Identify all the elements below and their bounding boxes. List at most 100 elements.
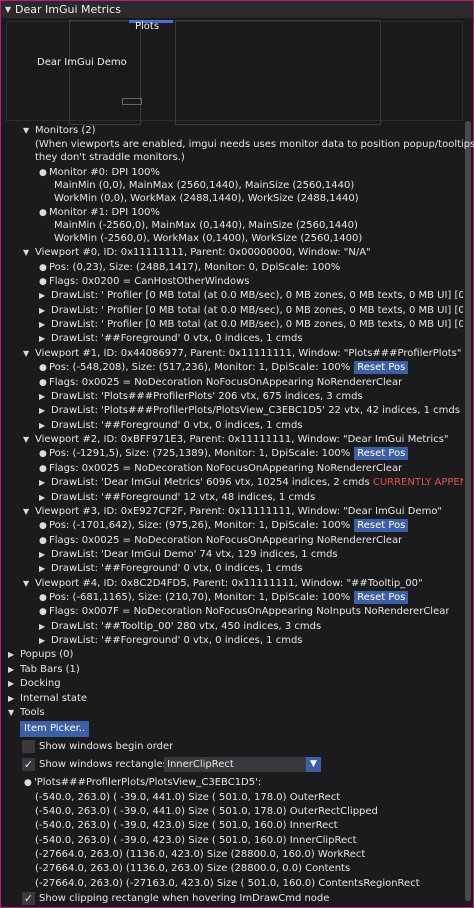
tab-bars-node[interactable]: ▶ Tab Bars (1) <box>8 662 80 677</box>
expanded-triangle-icon: ▼ <box>23 579 30 588</box>
drawlist-node[interactable]: ▶ DrawList: ' Profiler [0 MB total (at 0.… <box>39 303 463 318</box>
preview-tooltip-rect <box>122 98 142 105</box>
collapsed-triangle-icon: ▶ <box>39 320 46 329</box>
reset-pos-button[interactable]: Reset Pos <box>354 361 409 374</box>
viewport-3-node[interactable]: ▼ Viewport #3, ID: 0xE927CF2F, Parent: 0x… <box>23 504 442 519</box>
drawlist-node[interactable]: ▶ DrawList: '##Tooltip_00' 280 vtx, 450 i… <box>39 619 321 634</box>
expanded-triangle-icon: ▼ <box>23 349 30 358</box>
viewport-0-flags: ● Flags: 0x0200 = CanHostOtherWindows <box>39 274 249 289</box>
show-rects-checkbox[interactable]: ✓ <box>22 758 35 771</box>
bullet-icon: ● <box>39 378 47 388</box>
rect-type-combo[interactable]: InnerClipRect ▼ <box>164 757 321 772</box>
rect-row: (-540.0, 263.0) ( -39.0, 423.0) Size ( 5… <box>35 820 338 831</box>
collapsed-triangle-icon: ▶ <box>8 665 15 674</box>
expanded-triangle-icon: ▼ <box>23 507 30 516</box>
bullet-icon: ● <box>39 168 47 178</box>
collapsed-triangle-icon: ▶ <box>39 406 46 415</box>
preview-demo-label: Dear ImGui Demo <box>37 57 127 68</box>
collapsed-triangle-icon: ▶ <box>8 679 15 688</box>
viewport-4-node[interactable]: ▼ Viewport #4, ID: 0x8C2D4FD5, Parent: 0x… <box>23 576 423 591</box>
rect-row: (-27664.0, 263.0) (1136.0, 263.0) Size (… <box>35 863 351 874</box>
bullet-icon: ● <box>39 363 47 373</box>
viewport-0-node[interactable]: ▼ Viewport #0, ID: 0x11111111, Parent: 0x… <box>23 245 371 260</box>
drawlist-node[interactable]: ▶ DrawList: ' Profiler [0 MB total (at 0.… <box>39 317 463 332</box>
preview-plots-label: Plots <box>135 21 160 32</box>
viewport-1-node[interactable]: ▼ Viewport #1, ID: 0x44086977, Parent: 0x… <box>23 346 461 361</box>
drawlist-node[interactable]: ▶ DrawList: '##Foreground' 0 vtx, 0 indic… <box>39 418 303 433</box>
popups-node[interactable]: ▶ Popups (0) <box>8 647 73 662</box>
drawlist-node[interactable]: ▶ DrawList: '##Foreground' 0 vtx, 0 indic… <box>39 331 303 346</box>
preview-viewport-rect <box>69 20 141 125</box>
show-begin-order-checkbox[interactable] <box>22 740 35 753</box>
expanded-triangle-icon: ▼ <box>23 126 30 135</box>
collapsed-triangle-icon: ▶ <box>8 694 15 703</box>
viewport-2-node[interactable]: ▼ Viewport #2, ID: 0xBFF971E3, Parent: 0x… <box>23 432 449 447</box>
viewport-3-pos: ● Pos: (-1701,642), Size: (975,26), Monit… <box>39 518 409 533</box>
bullet-icon: ● <box>39 536 47 546</box>
tools-node[interactable]: ▼ Tools <box>8 705 45 720</box>
show-clip-label[interactable]: Show clipping rectangle when hovering Im… <box>39 891 329 906</box>
appending-warning: CURRENTLY APPENDING <box>372 477 463 488</box>
collapsed-triangle-icon: ▶ <box>8 650 15 659</box>
drawlist-node[interactable]: ▶ DrawList: ' Profiler [0 MB total (at 0.… <box>39 288 463 303</box>
collapsed-triangle-icon: ▶ <box>39 636 46 645</box>
show-clip-checkbox[interactable]: ✓ <box>22 892 35 905</box>
bullet-icon: ● <box>39 593 47 603</box>
rect-type-value: InnerClipRect <box>167 759 234 770</box>
preview-viewport-rect <box>175 20 381 125</box>
reset-pos-button[interactable]: Reset Pos <box>354 591 409 604</box>
rect-row: (-540.0, 263.0) ( -39.0, 441.0) Size ( 5… <box>35 806 378 817</box>
viewport-4-flags: ● Flags: 0x007F = NoDecoration NoFocusOnA… <box>39 604 449 619</box>
drawlist-node[interactable]: ▶ DrawList: 'Plots###ProfilerPlots/PlotsV… <box>39 403 460 418</box>
item-picker-button[interactable]: Item Picker.. <box>20 721 90 737</box>
drawlist-node[interactable]: ▶ DrawList: 'Dear ImGui Metrics' 6096 vtx… <box>39 475 463 490</box>
expanded-triangle-icon: ▼ <box>23 435 30 444</box>
monitors-header: Monitors (2) <box>35 125 96 136</box>
viewport-1-pos: ● Pos: (-548,208), Size: (517,236), Monit… <box>39 360 409 375</box>
title-bar[interactable]: ▼ Dear ImGui Metrics <box>1 1 473 18</box>
collapsed-triangle-icon: ▶ <box>39 334 46 343</box>
scrollbar-thumb[interactable] <box>465 121 471 901</box>
metrics-window: ▼ Dear ImGui Metrics Plots Dear ImGui De… <box>0 0 474 908</box>
collapsed-triangle-icon: ▶ <box>39 291 46 300</box>
viewport-3-flags: ● Flags: 0x0025 = NoDecoration NoFocusOnA… <box>39 533 402 548</box>
bullet-icon: ● <box>39 464 47 474</box>
docking-node[interactable]: ▶ Docking <box>8 676 61 691</box>
bullet-icon: ● <box>39 449 47 459</box>
expanded-triangle-icon: ▼ <box>8 708 15 717</box>
viewport-2-flags: ● Flags: 0x0025 = NoDecoration NoFocusOnA… <box>39 461 402 476</box>
drawlist-node[interactable]: ▶ DrawList: 'Dear ImGui Demo' 74 vtx, 129… <box>39 547 338 562</box>
show-begin-order-label[interactable]: Show windows begin order <box>39 739 173 754</box>
rect-row: (-27664.0, 263.0) (1136.0, 423.0) Size (… <box>35 849 366 860</box>
collapsed-triangle-icon: ▶ <box>39 564 46 573</box>
collapsed-triangle-icon: ▶ <box>39 493 46 502</box>
drawlist-node[interactable]: ▶ DrawList: '##Foreground' 0 vtx, 0 indic… <box>39 633 303 648</box>
viewports-preview[interactable]: Plots Dear ImGui Demo <box>6 20 463 125</box>
reset-pos-button[interactable]: Reset Pos <box>354 447 409 460</box>
drawlist-node[interactable]: ▶ DrawList: 'Plots###ProfilerPlots' 206 v… <box>39 389 363 404</box>
window-title: Dear ImGui Metrics <box>15 3 121 16</box>
drawlist-node[interactable]: ▶ DrawList: '##Foreground' 0 vtx, 0 indic… <box>39 561 303 576</box>
show-rects-label[interactable]: Show windows rectangles <box>39 757 168 772</box>
rect-row: (-27664.0, 263.0) (-27163.0, 423.0) Size… <box>35 878 420 889</box>
rect-window-label: ● 'Plots###ProfilerPlots/PlotsView_C3EBC1… <box>24 775 261 790</box>
drawlist-node[interactable]: ▶ DrawList: '##Foreground' 12 vtx, 48 ind… <box>39 490 315 505</box>
reset-pos-button[interactable]: Reset Pos <box>354 519 409 532</box>
chevron-down-icon[interactable]: ▼ <box>306 757 321 772</box>
monitor-0-work: WorkMin (0,0), WorkMax (2488,1440), Work… <box>54 193 359 204</box>
bullet-icon: ● <box>39 521 47 531</box>
viewport-1-flags: ● Flags: 0x0025 = NoDecoration NoFocusOnA… <box>39 375 402 390</box>
collapsed-triangle-icon: ▶ <box>39 392 46 401</box>
collapsed-triangle-icon: ▶ <box>39 421 46 430</box>
bullet-icon: ● <box>39 607 47 617</box>
rect-row: (-540.0, 263.0) ( -39.0, 423.0) Size ( 5… <box>35 835 357 846</box>
internal-state-node[interactable]: ▶ Internal state <box>8 691 87 706</box>
rect-row: (-540.0, 263.0) ( -39.0, 441.0) Size ( 5… <box>35 792 341 803</box>
collapsed-triangle-icon: ▶ <box>39 550 46 559</box>
bullet-icon: ● <box>39 263 47 273</box>
collapsed-triangle-icon: ▶ <box>39 306 46 315</box>
expanded-triangle-icon: ▼ <box>23 248 30 257</box>
collapsed-triangle-icon: ▶ <box>39 622 46 631</box>
monitors-node[interactable]: ▼ Monitors (2) <box>23 123 96 138</box>
collapse-triangle-icon[interactable]: ▼ <box>1 5 15 14</box>
